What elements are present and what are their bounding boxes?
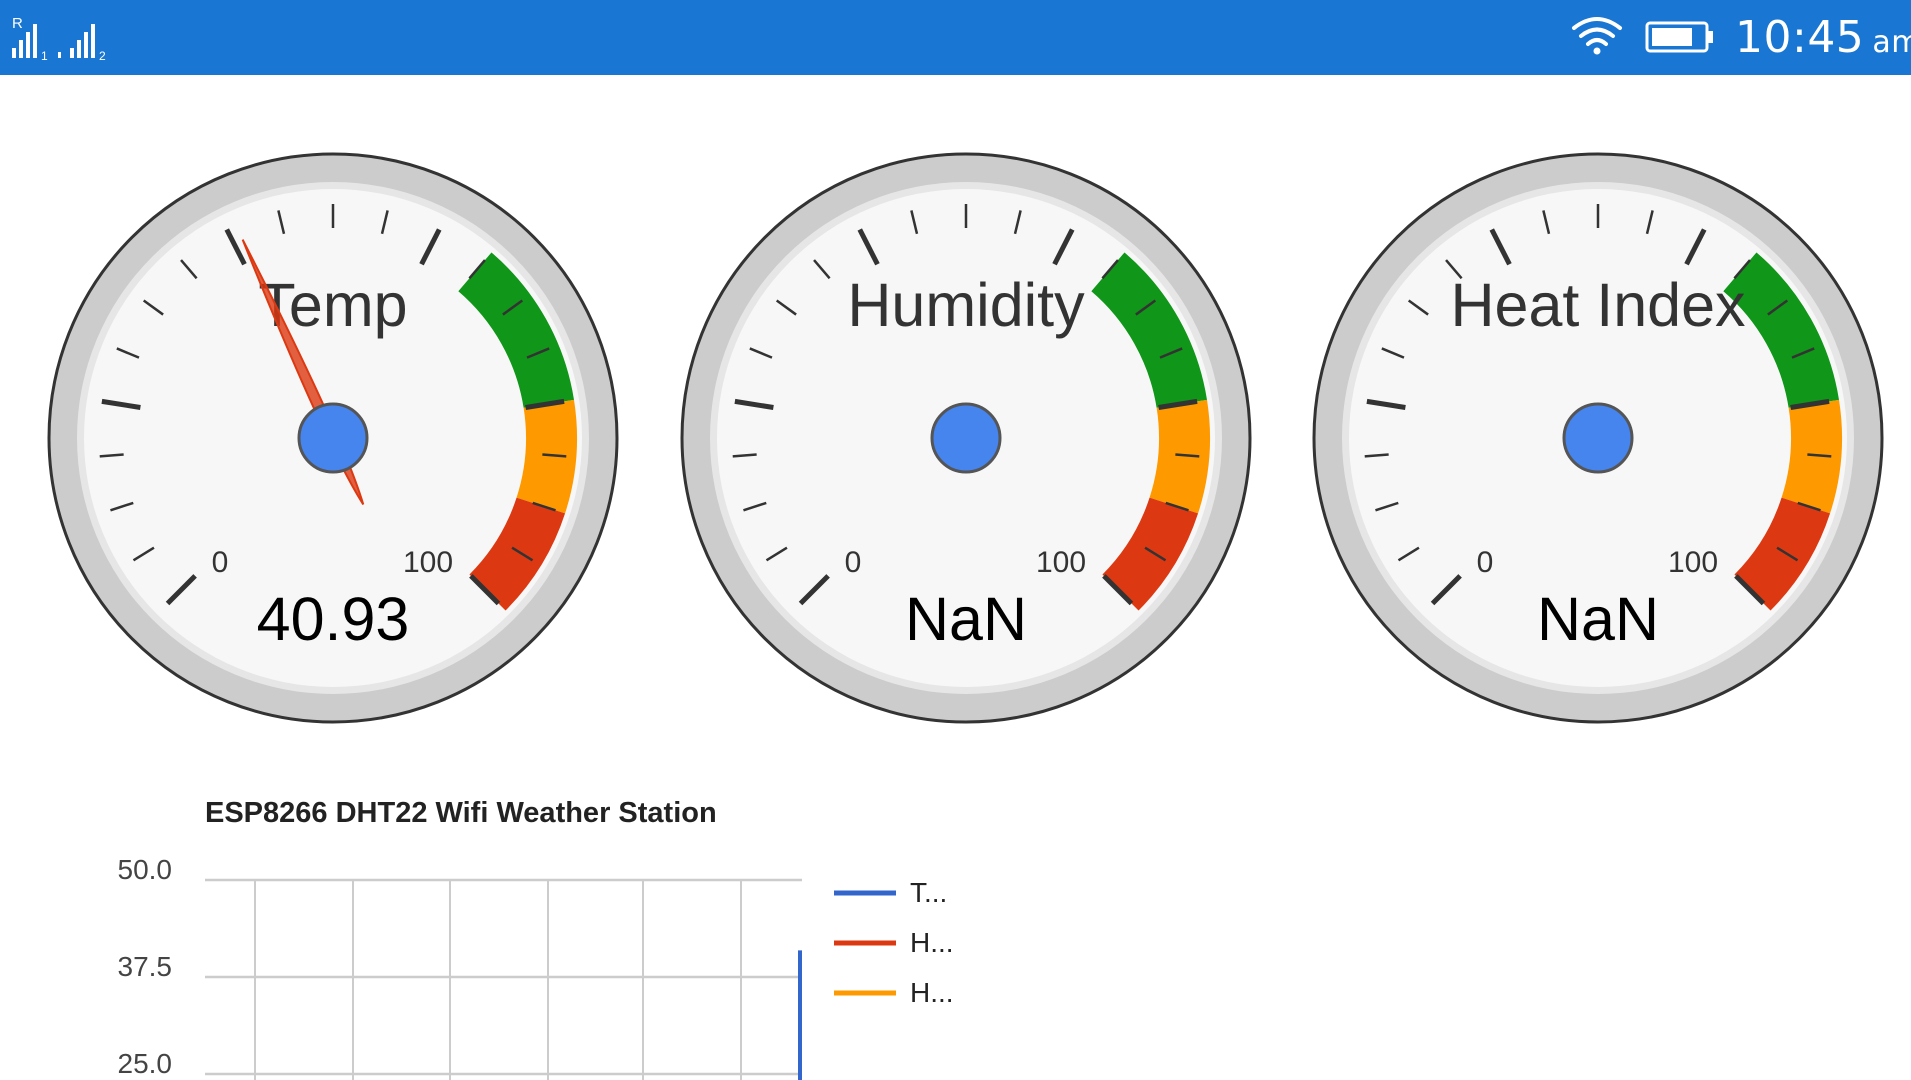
legend-label[interactable]: H... (910, 927, 954, 958)
clock: 10:45 am (1735, 12, 1911, 69)
gauge-min-label: 0 (1477, 546, 1494, 579)
gauge-color-band (1781, 399, 1842, 514)
chart-title: ESP8266 DHT22 Wifi Weather Station (205, 797, 717, 829)
dual-sim-signal-icon: R 1 2 (12, 15, 106, 62)
gauge-max-label: 100 (1668, 546, 1718, 579)
gauge-hub (297, 402, 369, 474)
legend-label[interactable]: T... (910, 877, 947, 908)
legend-label[interactable]: H... (910, 977, 954, 1008)
gauge-color-band (516, 399, 577, 514)
gauge-value: NaN (1537, 585, 1659, 653)
svg-text:1: 1 (41, 49, 48, 62)
gauge-label: Heat Index (1450, 271, 1745, 339)
gauge-hub (930, 402, 1002, 474)
temp-gauge: Temp 0 100 40.93 (47, 152, 619, 724)
gauge-color-band (1149, 399, 1210, 514)
clock-time: 10:45 (1735, 12, 1865, 63)
heat-index-gauge: Heat Index 0 100 NaN (1312, 152, 1884, 724)
chart-legend[interactable]: T... H... H... (834, 877, 954, 1008)
gauge-value: 40.93 (257, 585, 410, 653)
y-tick-label: 37.5 (118, 951, 173, 982)
clock-ampm: am (1872, 25, 1911, 60)
gauge-max-label: 100 (1036, 546, 1086, 579)
humidity-gauge: Humidity 0 100 NaN (680, 152, 1252, 724)
gauge-label: Humidity (847, 271, 1085, 339)
y-tick-label: 25.0 (118, 1048, 173, 1079)
gauge-hub (1562, 402, 1634, 474)
gauge-min-label: 0 (845, 546, 862, 579)
line-chart: 50.0 37.5 25.0 T... H... H... (118, 854, 954, 1080)
gauge-value: NaN (905, 585, 1027, 653)
battery-icon (1645, 21, 1713, 53)
wifi-icon (1572, 17, 1622, 55)
gauge-max-label: 100 (403, 546, 453, 579)
status-bar: R 1 2 10:45 am (0, 0, 1911, 75)
svg-text:2: 2 (99, 49, 106, 62)
gauge-min-label: 0 (212, 546, 229, 579)
svg-text:R: R (12, 15, 23, 32)
y-tick-label: 50.0 (118, 854, 173, 885)
